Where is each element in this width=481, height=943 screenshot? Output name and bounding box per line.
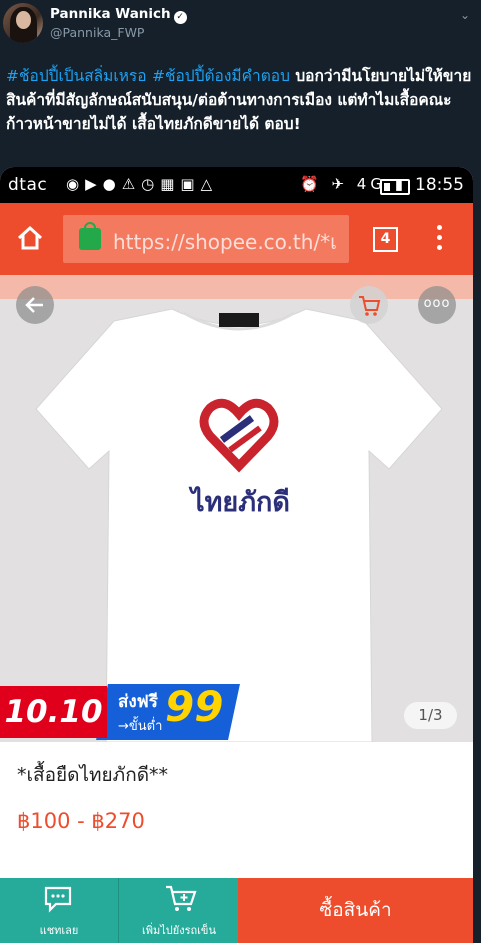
browser-toolbar: https://shopee.co.th/*เ 4	[0, 203, 473, 275]
promo-min-value: 99	[165, 682, 224, 731]
clock: 18:55	[415, 175, 464, 195]
buy-now-button[interactable]: ซื้อสินค้า	[238, 878, 473, 943]
carrier-name: dtac	[8, 175, 48, 195]
notification-icons: ◉▶●⚠◷▦▣△	[66, 175, 219, 193]
url-bar[interactable]: https://shopee.co.th/*เ	[63, 215, 349, 263]
promo-banner: 10.10 ส่งฟรี →ขั้นต่ำ 99	[0, 682, 240, 740]
tweet-text: #ช้อปปี้เป็นสลิ่มเหรอ #ช้อปปี้ต้องมีคำตอ…	[6, 64, 476, 136]
tweet-header: Pannika Wanich ✓ @Pannika_FWP ⌄	[0, 0, 481, 60]
chevron-down-icon[interactable]: ⌄	[460, 8, 470, 22]
add-cart-icon	[166, 885, 197, 911]
more-vert-icon[interactable]	[437, 225, 443, 253]
tab-count-button[interactable]: 4	[373, 227, 398, 252]
add-cart-label: เพิ่มไปยังรถเข็น	[142, 924, 216, 937]
promo-min-label: →ขั้นต่ำ	[118, 719, 163, 734]
hashtag-link[interactable]: #ช้อปปี้เป็นสลิ่มเหรอ	[6, 67, 147, 85]
url-text[interactable]: https://shopee.co.th/*เ	[113, 226, 341, 258]
home-icon[interactable]	[16, 224, 44, 252]
back-arrow-icon[interactable]	[16, 286, 54, 324]
chat-button[interactable]: แชทเลย	[0, 878, 118, 943]
brand-text: ไทยภักดี	[191, 487, 290, 518]
more-horiz-icon[interactable]: ooo	[418, 286, 456, 324]
chat-bubble-icon	[44, 886, 72, 913]
product-image[interactable]: ไทยภักดี ooo 10.10 ส่งฟรี →ขั้นต่ำ 99 1/…	[0, 275, 473, 742]
product-price: ฿100 - ฿270	[17, 809, 145, 833]
display-name[interactable]: Pannika Wanich ✓	[50, 6, 187, 24]
lock-icon	[79, 222, 101, 250]
battery-icon	[380, 179, 410, 195]
user-handle[interactable]: @Pannika_FWP	[50, 25, 144, 40]
promo-free-shipping: ส่งฟรี	[118, 692, 158, 712]
verified-badge-icon: ✓	[173, 11, 187, 24]
display-name-text[interactable]: Pannika Wanich	[50, 6, 171, 22]
add-to-cart-button[interactable]: เพิ่มไปยังรถเข็น	[118, 878, 239, 943]
avatar[interactable]	[3, 3, 43, 43]
attached-screenshot[interactable]: dtac ◉▶●⚠◷▦▣△ ⏰ ✈ 4G ▮ 18:55 https://sho…	[0, 167, 473, 943]
action-bar: แชทเลย เพิ่มไปยังรถเข็น ซื้อสินค้า	[0, 878, 473, 943]
product-info: *เสื้อยืดไทยภักดี** ฿100 - ฿270	[0, 742, 473, 892]
product-title: *เสื้อยืดไทยภักดี**	[17, 764, 169, 786]
promo-date: 10.10	[0, 686, 107, 738]
page-header-strip	[0, 275, 473, 299]
image-counter: 1/3	[404, 702, 457, 729]
cart-icon[interactable]	[350, 286, 388, 324]
hashtag-link[interactable]: #ช้อปปี้ต้องมีคำตอบ	[152, 67, 290, 85]
chat-label: แชทเลย	[39, 924, 79, 937]
phone-status-bar: dtac ◉▶●⚠◷▦▣△ ⏰ ✈ 4G ▮ 18:55	[0, 167, 473, 203]
